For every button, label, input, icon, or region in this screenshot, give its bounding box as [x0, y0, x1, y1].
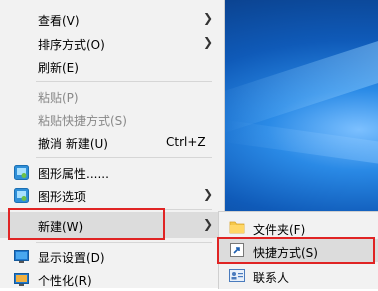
menu-item-label: 显示设置(D) — [38, 251, 105, 265]
menu-item-label: 刷新(E) — [38, 61, 79, 75]
graphics-options-icon — [14, 188, 29, 203]
menu-item-undo-new[interactable]: 撤消 新建(U) Ctrl+Z — [0, 131, 224, 154]
menu-separator — [36, 81, 212, 82]
wallpaper-light-beam — [223, 120, 378, 166]
menu-item-label: 撤消 新建(U) — [38, 137, 108, 151]
desktop-context-menu: 查看(V) ❯ 排序方式(O) ❯ 刷新(E) 粘贴(P) 粘贴快捷方式(S) … — [0, 0, 225, 288]
menu-item-label: 排序方式(O) — [38, 38, 105, 52]
menu-item-paste: 粘贴(P) — [0, 85, 224, 108]
chevron-right-icon: ❯ — [203, 217, 214, 231]
menu-item-label: 图形选项 — [38, 190, 87, 204]
wallpaper-light-beam — [208, 34, 378, 135]
chevron-right-icon: ❯ — [203, 35, 214, 49]
new-submenu: 文件夹(F) 快捷方式(S) 联系人 — [217, 211, 378, 289]
menu-separator — [36, 242, 212, 243]
menu-item-graphics-options[interactable]: 图形选项 ❯ — [0, 184, 224, 207]
chevron-right-icon: ❯ — [203, 187, 214, 201]
submenu-item-label: 文件夹(F) — [253, 223, 306, 237]
submenu-item-label: 联系人 — [253, 271, 290, 285]
submenu-item-folder[interactable]: 文件夹(F) — [219, 216, 378, 239]
menu-item-sort-by[interactable]: 排序方式(O) ❯ — [0, 32, 224, 55]
menu-item-view[interactable]: 查看(V) ❯ — [0, 8, 224, 31]
menu-item-refresh[interactable]: 刷新(E) — [0, 55, 224, 78]
contact-icon — [229, 269, 245, 282]
menu-item-label: 查看(V) — [38, 14, 80, 28]
menu-item-label: 粘贴(P) — [38, 91, 79, 105]
annotation-highlight-box — [217, 237, 375, 264]
menu-item-graphics-properties[interactable]: 图形属性...... — [0, 161, 224, 184]
annotation-highlight-box — [8, 208, 165, 240]
menu-item-label: 图形属性...... — [38, 167, 109, 181]
menu-item-display-settings[interactable]: 显示设置(D) — [0, 245, 224, 268]
graphics-properties-icon — [14, 165, 29, 180]
menu-item-shortcut: Ctrl+Z — [166, 135, 206, 149]
menu-item-label: 粘贴快捷方式(S) — [38, 114, 127, 128]
folder-icon — [229, 221, 245, 234]
display-settings-icon — [14, 250, 29, 263]
chevron-right-icon: ❯ — [203, 11, 214, 25]
menu-separator — [36, 157, 212, 158]
submenu-item-contact[interactable]: 联系人 — [219, 264, 378, 287]
menu-item-label: 个性化(R) — [38, 274, 92, 288]
personalize-icon — [14, 273, 29, 286]
menu-item-paste-shortcut: 粘贴快捷方式(S) — [0, 108, 224, 131]
